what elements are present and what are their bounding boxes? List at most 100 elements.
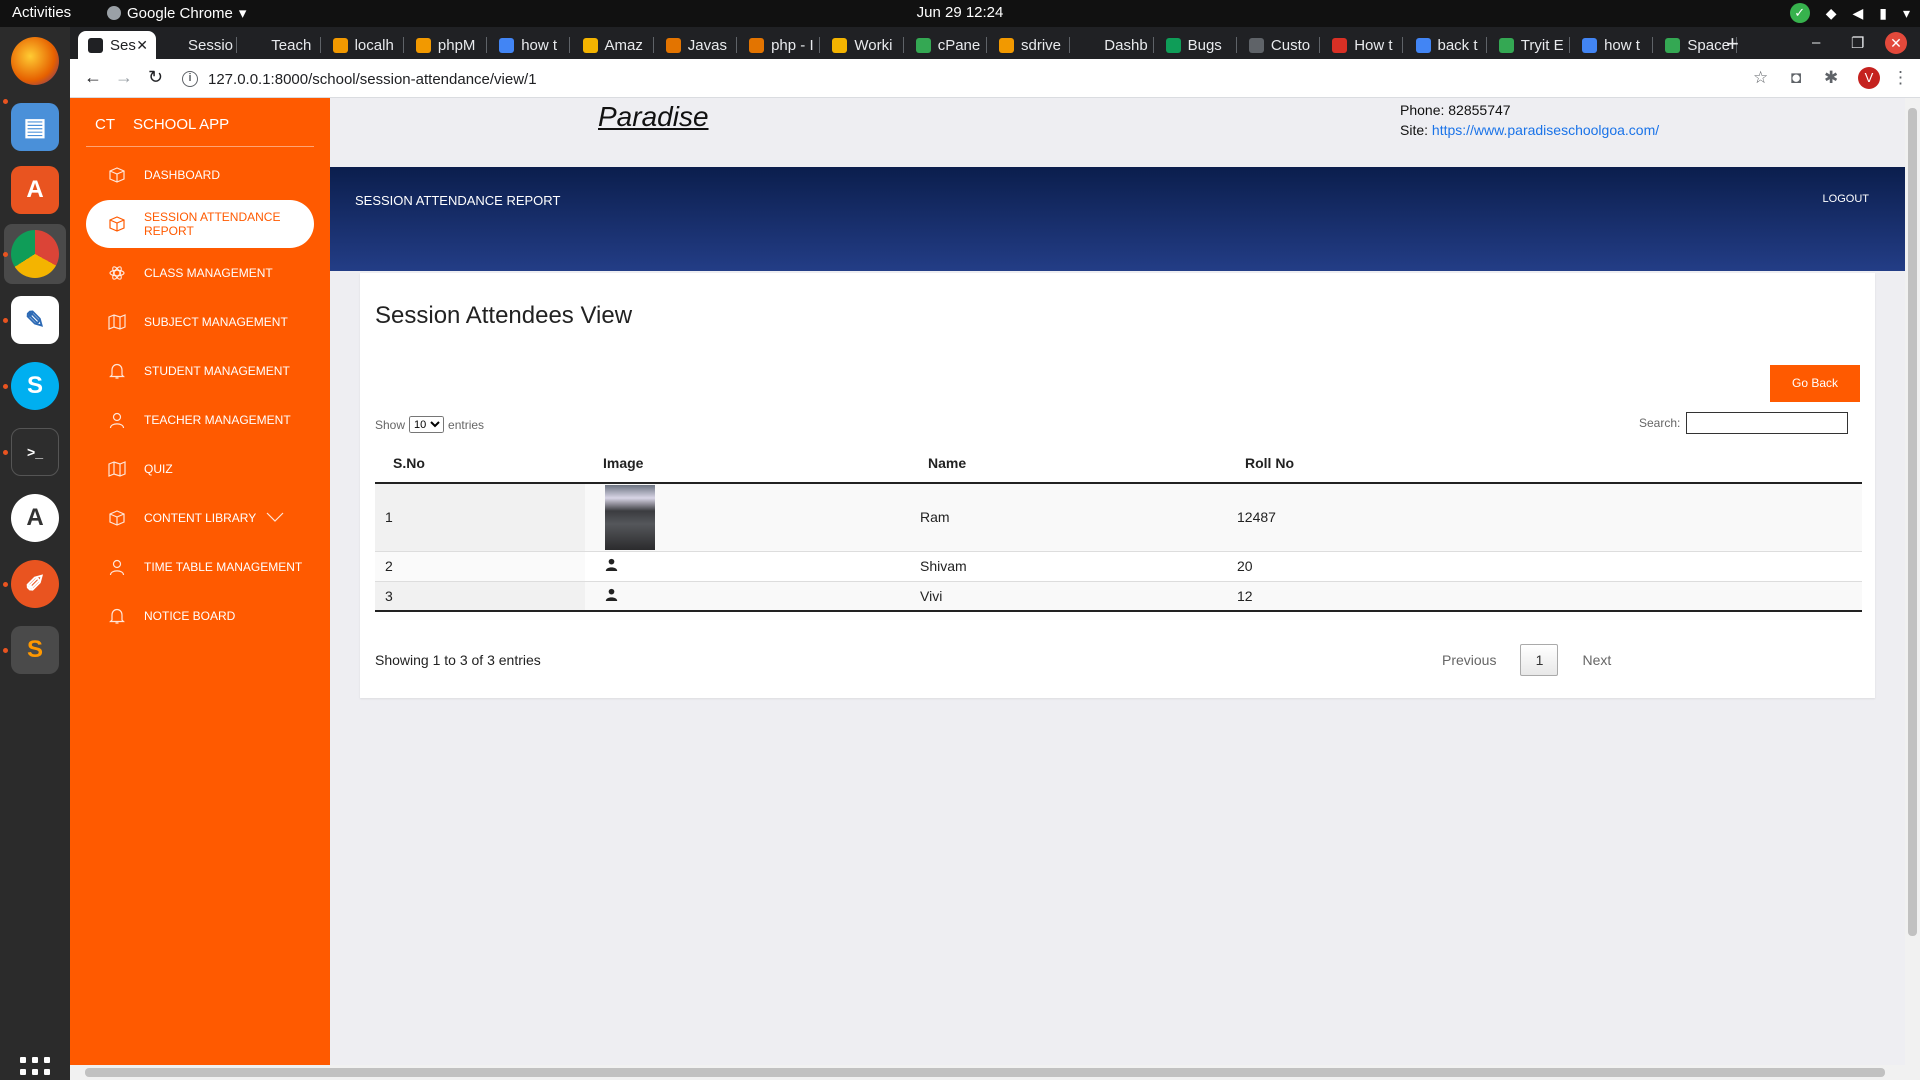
browser-tab[interactable]: Worki	[822, 31, 904, 59]
chrome-icon[interactable]	[11, 230, 59, 278]
app-store-icon[interactable]: A	[11, 494, 59, 542]
page-button-current[interactable]: 1	[1520, 644, 1559, 676]
reload-button[interactable]: ↻	[148, 67, 163, 88]
cell-image	[585, 550, 910, 581]
sidebar-item-class-management[interactable]: CLASS MANAGEMENT	[86, 249, 314, 297]
text-editor-icon[interactable]: ✎	[11, 296, 59, 344]
tab-label: Dashb	[1104, 36, 1148, 54]
column-header-image[interactable]: Image	[585, 443, 910, 484]
browser-tab[interactable]: php - I	[739, 31, 821, 59]
go-back-button[interactable]: Go Back	[1770, 365, 1860, 402]
url-bar[interactable]: i 127.0.0.1:8000/school/session-attendan…	[182, 65, 1732, 93]
search-input[interactable]	[1686, 412, 1849, 434]
app-menu[interactable]: Google Chrome ▾	[107, 4, 246, 22]
browser-tab[interactable]: Javas	[656, 31, 738, 59]
sidebar-item-content-library[interactable]: CONTENT LIBRARY	[86, 494, 314, 542]
page-title: SESSION ATTENDANCE REPORT	[355, 193, 561, 208]
tab-label: sdrive	[1021, 36, 1062, 54]
new-tab-button[interactable]: +	[1726, 31, 1739, 57]
atom-icon	[86, 264, 144, 282]
previous-button[interactable]: Previous	[1430, 645, 1508, 675]
browser-tab[interactable]: phpM	[406, 31, 488, 59]
check-icon[interactable]: ✓	[1789, 3, 1810, 23]
site-link[interactable]: https://www.paradiseschoolgoa.com/	[1432, 122, 1659, 138]
terminal-icon[interactable]: >_	[11, 428, 59, 476]
tab-active[interactable]: Ses ✕	[78, 31, 156, 59]
sidebar-item-student-management[interactable]: STUDENT MANAGEMENT	[86, 347, 314, 395]
column-header-name[interactable]: Name	[910, 443, 1227, 484]
bookmark-star-icon[interactable]: ☆	[1753, 68, 1768, 88]
horizontal-scrollbar[interactable]	[70, 1065, 1920, 1080]
brand[interactable]: CT SCHOOL APP	[95, 116, 229, 133]
table-row: 1 Ram 12487	[375, 482, 1862, 551]
files-icon[interactable]: ▤	[11, 103, 59, 151]
browser-tab[interactable]: localh	[323, 31, 404, 59]
browser-tab[interactable]: sdrive	[989, 31, 1071, 59]
sidebar-item-time-table-management[interactable]: TIME TABLE MANAGEMENT	[86, 543, 314, 591]
running-indicator	[3, 252, 8, 257]
sidebar-item-notice-board[interactable]: NOTICE BOARD	[86, 592, 314, 640]
show-apps-icon[interactable]	[20, 1057, 50, 1080]
running-indicator	[3, 648, 8, 653]
browser-tab[interactable]: Sessio	[156, 31, 238, 59]
browser-tab[interactable]: Teach	[239, 31, 321, 59]
url-text[interactable]: 127.0.0.1:8000/school/session-attendance…	[208, 71, 537, 88]
browser-tab[interactable]: Tryit E	[1489, 31, 1571, 59]
browser-tab[interactable]: how t	[1572, 31, 1654, 59]
browser-tab[interactable]: Dashb	[1072, 31, 1154, 59]
camera-icon[interactable]: ◘	[1791, 68, 1801, 88]
sidebar-item-label: DASHBOARD	[144, 168, 221, 182]
student-photo	[605, 484, 655, 550]
info-icon[interactable]: i	[182, 71, 198, 87]
clock[interactable]: Jun 29 12:24	[917, 4, 1004, 21]
vertical-scrollbar[interactable]	[1905, 98, 1920, 1065]
browser-tab[interactable]: How t	[1322, 31, 1404, 59]
skype-icon[interactable]: S	[11, 362, 59, 410]
tab-separator	[569, 37, 571, 53]
browser-tab[interactable]: back t	[1406, 31, 1487, 59]
person-icon	[605, 558, 618, 571]
browser-tab[interactable]: cPane	[906, 31, 987, 59]
entries-select[interactable]: 10	[409, 416, 445, 433]
system-tray[interactable]: ✓ ◆ ◀ ▮ ▾	[1789, 3, 1910, 23]
browser-tab[interactable]: Space	[1655, 31, 1737, 59]
chevron-down-icon[interactable]	[266, 511, 284, 525]
tab-favicon-icon	[1082, 37, 1098, 53]
tab-label: how t	[1604, 36, 1640, 54]
tab-separator	[1235, 37, 1237, 53]
browser-tab[interactable]: Bugs	[1156, 31, 1237, 59]
menu-kebab-icon[interactable]: ⋮	[1892, 68, 1909, 88]
forward-button[interactable]: →	[115, 67, 133, 88]
scrollbar-thumb[interactable]	[85, 1068, 1885, 1077]
column-header-sno[interactable]: S.No	[375, 443, 585, 484]
close-window-button[interactable]: ✕	[1885, 32, 1907, 54]
close-tab-icon[interactable]: ✕	[136, 37, 148, 54]
back-button[interactable]: ←	[84, 67, 102, 88]
profile-avatar[interactable]: V	[1858, 67, 1880, 89]
sidebar-item-session-attendance-report[interactable]: SESSION ATTENDANCE REPORT	[86, 200, 314, 248]
tab-favicon-icon	[415, 37, 431, 53]
tab-separator	[1069, 37, 1071, 53]
restore-button[interactable]: ❐	[1851, 34, 1864, 52]
scrollbar-thumb[interactable]	[1908, 108, 1917, 936]
column-header-roll-no[interactable]: Roll No	[1227, 443, 1862, 484]
next-button[interactable]: Next	[1570, 645, 1623, 675]
sidebar-item-teacher-management[interactable]: TEACHER MANAGEMENT	[86, 396, 314, 444]
activities-button[interactable]: Activities	[12, 4, 71, 21]
sublime-icon[interactable]: S	[11, 626, 59, 674]
sidebar-item-subject-management[interactable]: SUBJECT MANAGEMENT	[86, 298, 314, 346]
browser-tab[interactable]: Custo	[1239, 31, 1321, 59]
phone-number: 82855747	[1448, 102, 1511, 118]
firefox-icon[interactable]	[11, 37, 59, 85]
sidebar-item-quiz[interactable]: QUIZ	[86, 445, 314, 493]
cell-name: Vivi	[910, 580, 1227, 612]
sidebar-item-dashboard[interactable]: DASHBOARD	[86, 151, 314, 199]
browser-tab[interactable]: how t	[489, 31, 571, 59]
draw-icon[interactable]: ✐	[11, 560, 59, 608]
tab-label: cPane	[937, 36, 981, 54]
minimize-button[interactable]: –	[1812, 34, 1820, 51]
logout-link[interactable]: LOGOUT	[1823, 193, 1869, 205]
browser-tab[interactable]: Amaz	[573, 31, 654, 59]
software-center-icon[interactable]: A	[11, 166, 59, 214]
extensions-icon[interactable]: ✱	[1824, 68, 1838, 88]
